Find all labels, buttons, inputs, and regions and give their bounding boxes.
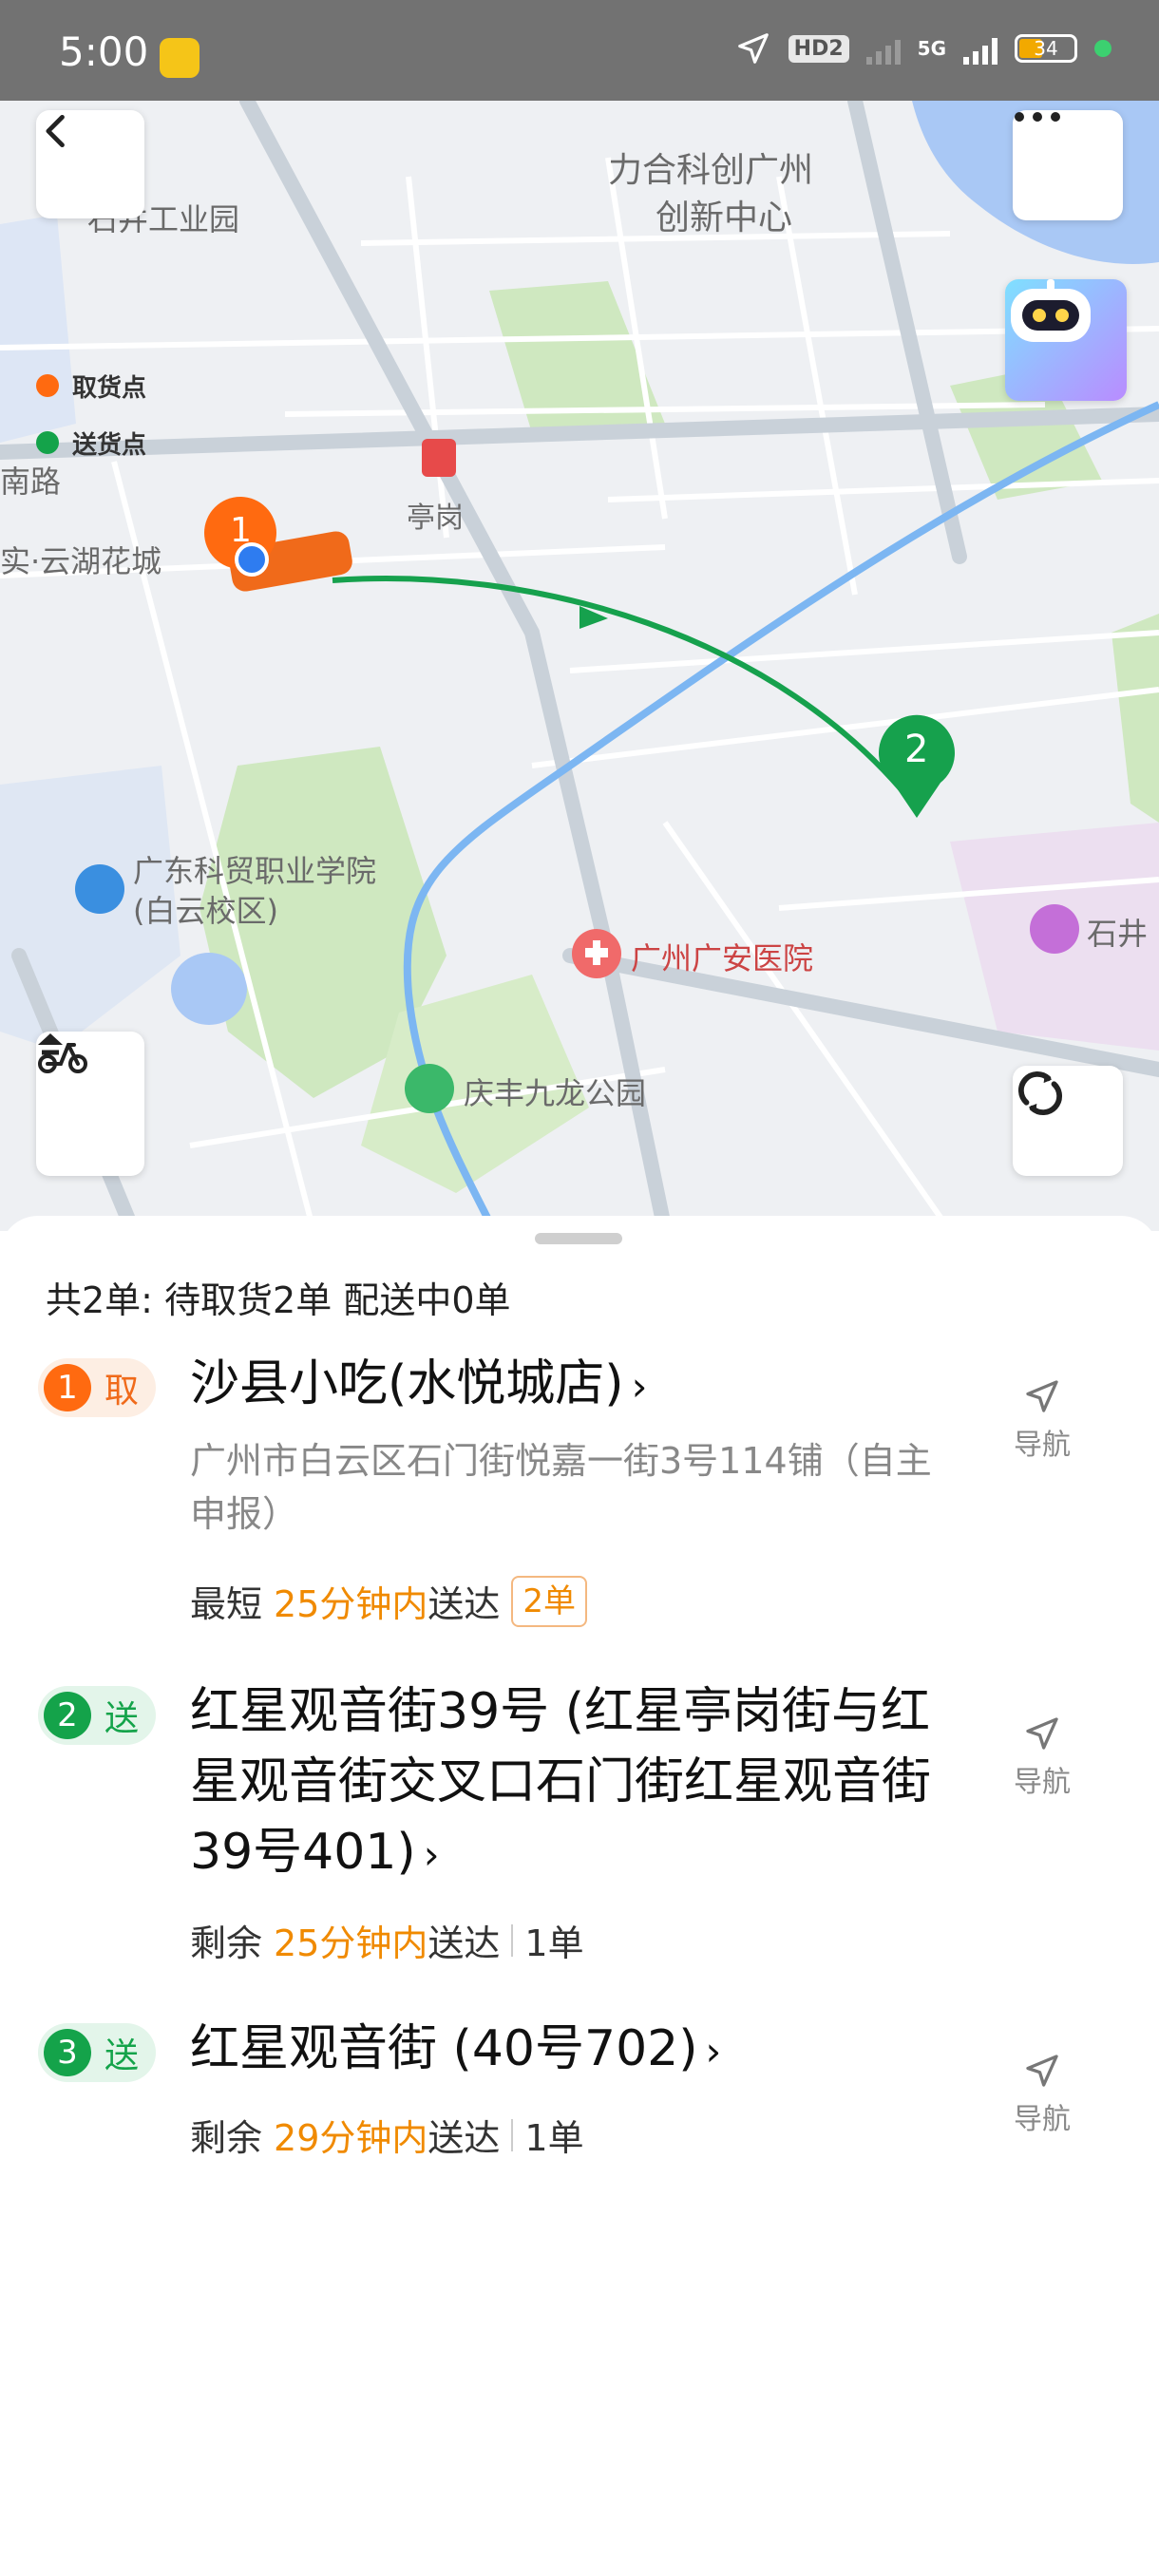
- order-number: 1: [44, 1364, 91, 1411]
- vehicle-mode-button[interactable]: [36, 1032, 144, 1176]
- meta-prefix: 最短: [190, 1583, 263, 1625]
- map-label-area2-line2: 创新中心: [656, 199, 793, 237]
- delivery-tag: 2 送: [38, 1686, 157, 1745]
- order-title[interactable]: 红星观音街 (40号702) ›: [190, 2014, 969, 2087]
- legend-pickup: 取货点: [72, 373, 147, 403]
- refresh-icon: [1017, 1070, 1063, 1116]
- scooter-icon: [38, 1043, 87, 1073]
- order-item[interactable]: 3 送 红星观音街 (40号702) › 剩余 29分钟内 送达 1单 导航: [0, 2020, 1159, 2194]
- order-count-badge: 2单: [511, 1575, 588, 1627]
- status-time: 5:00: [59, 28, 149, 75]
- meta-suffix: 送达: [428, 2117, 501, 2159]
- navigate-label: 导航: [1014, 1429, 1071, 1462]
- privacy-dot: [1094, 40, 1112, 57]
- order-number: 2: [44, 1692, 91, 1739]
- map-label-hospital: 广州广安医院: [631, 940, 814, 976]
- navigation-arrow-icon: [1026, 2055, 1058, 2087]
- map-legend: 取货点 送货点: [36, 357, 146, 471]
- drop-marker-number[interactable]: 2: [904, 728, 928, 771]
- navigate-label: 导航: [1014, 1766, 1071, 1799]
- navigate-button[interactable]: 导航: [1007, 1714, 1077, 1800]
- meta-prefix: 剩余: [190, 2117, 263, 2159]
- delivery-tag: 3 送: [38, 2023, 157, 2082]
- more-button[interactable]: [1013, 110, 1123, 220]
- order-type-label: 取: [104, 1372, 140, 1411]
- navigate-label: 导航: [1014, 2103, 1071, 2136]
- order-count: 1单: [524, 2117, 584, 2159]
- hd-badge: HD2: [788, 34, 849, 63]
- order-title[interactable]: 沙县小吃(水悦城店) ›: [190, 1349, 969, 1422]
- navigation-arrow-icon: [1026, 1717, 1058, 1750]
- divider: [511, 2118, 514, 2151]
- signal-1-icon: [865, 32, 901, 65]
- pickup-dot-icon: [36, 374, 59, 397]
- status-bar: 5:00 HD2 5G 34: [0, 0, 1159, 101]
- pickup-marker-number[interactable]: 1: [230, 511, 252, 550]
- app-notification-icon: [160, 38, 200, 78]
- orders-summary: 共2单: 待取货2单 配送中0单: [46, 1279, 511, 1321]
- battery-icon: 34: [1015, 34, 1077, 63]
- more-dots-icon: [1015, 112, 1060, 122]
- status-icons: HD2 5G 34: [735, 30, 1112, 66]
- order-title-text: 沙县小吃(水悦城店): [190, 1355, 624, 1412]
- signal-2-icon: [963, 32, 998, 65]
- map-label-estate: 实·云湖花城: [0, 543, 162, 579]
- map-view[interactable]: 石井工业园 力合科创广州 创新中心 南路 实·云湖花城 亭岗 广东科贸职业学院 …: [0, 101, 1159, 1231]
- map-label-metro: 亭岗: [407, 502, 464, 535]
- location-icon: [737, 33, 769, 64]
- chevron-right-icon: ›: [423, 1831, 440, 1878]
- pickup-tag: 1 取: [38, 1358, 157, 1417]
- net-type: 5G: [917, 37, 946, 60]
- order-number: 3: [44, 2029, 91, 2076]
- map-canvas: [0, 101, 1159, 1231]
- order-count: 1单: [524, 1923, 584, 1964]
- order-item[interactable]: 2 送 红星观音街39号 (红星亭岗街与红星观音街交叉口石门街红星观音街39号4…: [0, 1683, 1159, 2014]
- navigate-button[interactable]: 导航: [1007, 1377, 1077, 1463]
- order-meta: 剩余 25分钟内 送达 1单: [190, 1914, 584, 1966]
- order-item[interactable]: 1 取 沙县小吃(水悦城店) › 广州市白云区石门街悦嘉一街3号114铺（自主申报…: [0, 1349, 1159, 1662]
- order-title-text: 红星观音街39号 (红星亭岗街与红星观音街交叉口石门街红星观音街39号401): [190, 1683, 932, 1881]
- delivery-dot-icon: [36, 431, 59, 454]
- map-label-park: 庆丰九龙公园: [464, 1075, 647, 1111]
- map-label-college-line1: 广东科贸职业学院: [133, 853, 377, 889]
- order-type-label: 送: [104, 2036, 140, 2075]
- order-address: 广州市白云区石门街悦嘉一街3号114铺（自主申报）: [190, 1440, 932, 1535]
- navigate-button[interactable]: 导航: [1007, 2052, 1077, 2137]
- battery-level: 34: [1034, 37, 1058, 60]
- order-title-text: 红星观音街 (40号702): [190, 2020, 698, 2077]
- meta-prefix: 剩余: [190, 1923, 263, 1964]
- sheet-drag-handle[interactable]: [535, 1233, 622, 1244]
- meta-suffix: 送达: [428, 1923, 501, 1964]
- order-type-label: 送: [104, 1699, 140, 1738]
- divider: [511, 1923, 514, 1957]
- meta-time: 29分钟内: [274, 2117, 428, 2159]
- refresh-button[interactable]: [1013, 1066, 1123, 1176]
- robot-icon: [1011, 279, 1091, 342]
- navigation-arrow-icon: [1026, 1380, 1058, 1412]
- legend-delivery: 送货点: [72, 430, 147, 460]
- chevron-right-icon: ›: [705, 2028, 722, 2074]
- orders-sheet[interactable]: 共2单: 待取货2单 配送中0单 1 取 沙县小吃(水悦城店) › 广州市白云区石…: [0, 1216, 1159, 2576]
- assistant-button[interactable]: [1005, 279, 1127, 401]
- meta-time: 25分钟内: [274, 1583, 428, 1625]
- map-label-town: 石井: [1087, 916, 1149, 952]
- order-title[interactable]: 红星观音街39号 (红星亭岗街与红星观音街交叉口石门街红星观音街39号401) ›: [190, 1676, 969, 1890]
- map-label-area2-line1: 力合科创广州: [608, 151, 814, 190]
- map-label-college-line2: (白云校区): [133, 893, 278, 929]
- meta-suffix: 送达: [428, 1583, 501, 1625]
- chevron-right-icon: ›: [631, 1363, 648, 1410]
- order-meta: 剩余 29分钟内 送达 1单: [190, 2109, 584, 2161]
- chevron-left-icon: [46, 114, 65, 148]
- order-meta: 最短 25分钟内 送达 2单: [190, 1575, 588, 1627]
- back-button[interactable]: [36, 110, 144, 218]
- meta-time: 25分钟内: [274, 1923, 428, 1964]
